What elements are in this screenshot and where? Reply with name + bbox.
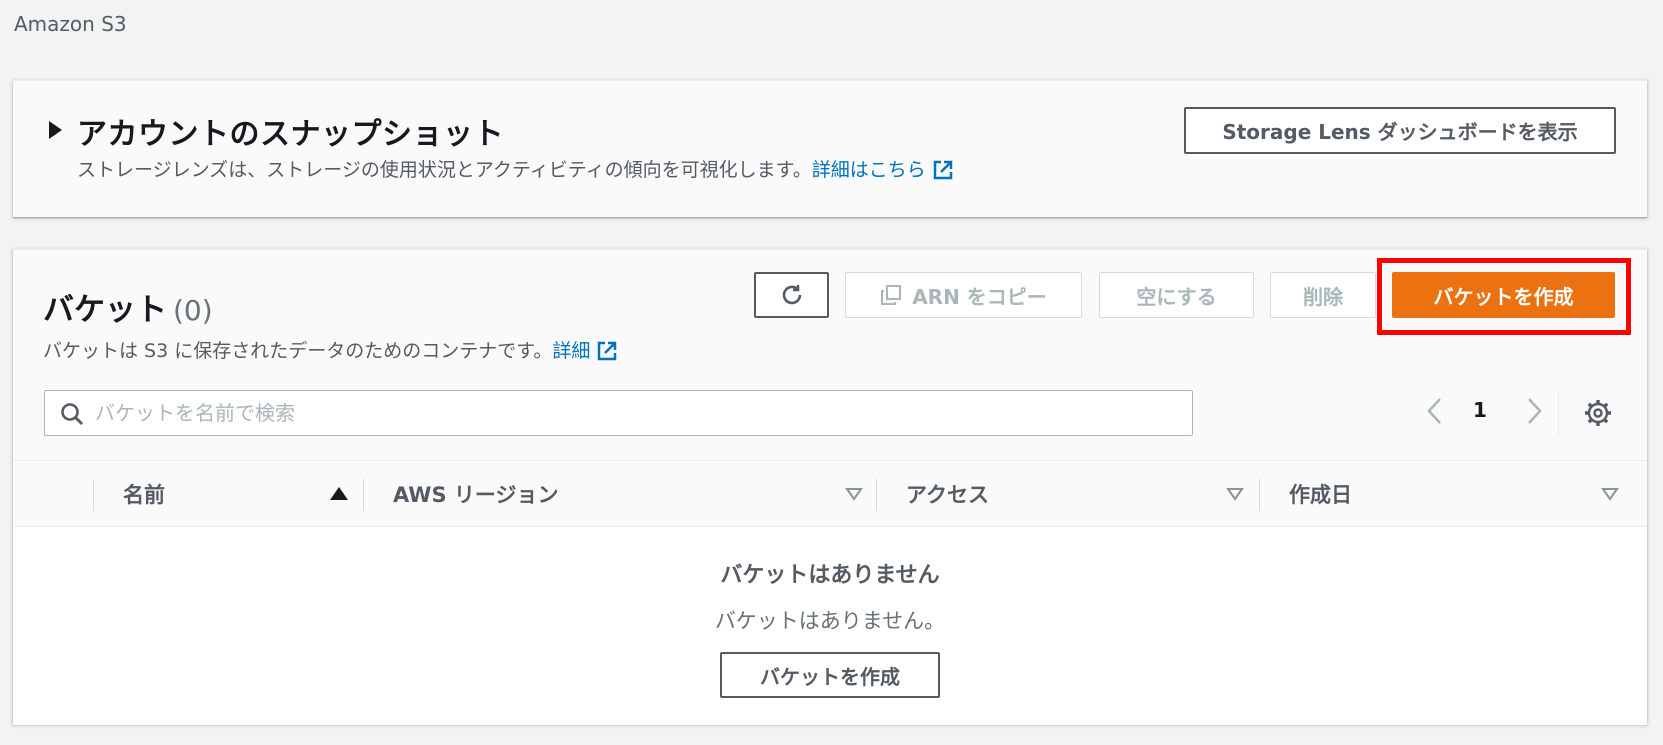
table-body: バケットはありません バケットはありません。 バケットを作成 [13, 527, 1647, 725]
bucket-search-box[interactable] [44, 390, 1193, 436]
copy-icon [881, 285, 902, 305]
refresh-button[interactable] [754, 272, 829, 318]
breadcrumb[interactable]: Amazon S3 [14, 12, 127, 36]
buckets-title: バケット (0) [43, 284, 213, 329]
bucket-search-input[interactable] [95, 391, 1185, 435]
current-page-number[interactable]: 1 [1473, 398, 1487, 422]
snapshot-description-text: ストレージレンズは、ストレージの使用状況とアクティビティの傾向を可視化します。 [77, 159, 812, 181]
empty-state-title: バケットはありません [720, 563, 940, 588]
expand-caret-icon[interactable] [49, 121, 62, 139]
account-snapshot-panel: アカウントのスナップショット ストレージレンズは、ストレージの使用状況とアクティ… [13, 80, 1647, 217]
column-header-created[interactable]: 作成日 [1289, 461, 1619, 526]
next-page-icon[interactable] [1521, 394, 1547, 428]
buckets-description: バケットは S3 に保存されたデータのためのコンテナです。詳細 [43, 336, 618, 363]
buckets-count: (0) [173, 294, 213, 327]
snapshot-learn-more-link[interactable]: 詳細はこちら [812, 159, 926, 181]
buckets-title-text: バケット [43, 292, 167, 328]
snapshot-description: ストレージレンズは、ストレージの使用状況とアクティビティの傾向を可視化します。詳… [77, 155, 954, 182]
sort-ascending-icon [330, 487, 348, 500]
empty-state-description: バケットはありません。 [714, 609, 946, 633]
copy-arn-label: ARN をコピー [912, 284, 1047, 309]
column-separator [1259, 479, 1260, 511]
sort-icon [845, 487, 863, 501]
copy-arn-button[interactable]: ARN をコピー [845, 272, 1082, 318]
column-header-region[interactable]: AWS リージョン [393, 461, 863, 526]
delete-bucket-button[interactable]: 削除 [1270, 272, 1376, 318]
empty-state-create-bucket-button[interactable]: バケットを作成 [720, 652, 940, 698]
column-created-label: 作成日 [1289, 482, 1352, 507]
column-header-access[interactable]: アクセス [906, 461, 1244, 526]
buckets-description-text: バケットは S3 に保存されたデータのためのコンテナです。 [43, 340, 553, 362]
column-separator [93, 479, 94, 511]
column-separator [876, 479, 877, 511]
buckets-header: バケット (0) バケットは S3 に保存されたデータのためのコンテナです。詳細 … [13, 250, 1647, 460]
buckets-learn-more-link[interactable]: 詳細 [552, 340, 590, 362]
column-region-label: AWS リージョン [393, 482, 559, 507]
table-header: 名前 AWS リージョン アクセス 作成日 [13, 460, 1647, 527]
sort-icon [1601, 487, 1619, 501]
pager-divider [1558, 390, 1559, 436]
highlight-box [1377, 258, 1631, 335]
column-access-label: アクセス [906, 482, 989, 507]
column-separator [363, 479, 364, 511]
empty-bucket-button[interactable]: 空にする [1099, 272, 1254, 318]
sort-icon [1226, 487, 1244, 501]
column-header-name[interactable]: 名前 [123, 461, 348, 526]
previous-page-icon[interactable] [1422, 394, 1448, 428]
external-link-icon[interactable] [596, 340, 618, 362]
refresh-icon [782, 285, 801, 305]
view-storage-lens-dashboard-button[interactable]: Storage Lens ダッシュボードを表示 [1184, 107, 1616, 154]
column-name-label: 名前 [123, 482, 165, 507]
snapshot-title[interactable]: アカウントのスナップショット [77, 109, 504, 153]
external-link-icon[interactable] [932, 159, 954, 181]
gear-icon[interactable] [1583, 398, 1613, 428]
search-icon [61, 403, 83, 425]
buckets-panel: バケット (0) バケットは S3 に保存されたデータのためのコンテナです。詳細 … [13, 249, 1647, 725]
